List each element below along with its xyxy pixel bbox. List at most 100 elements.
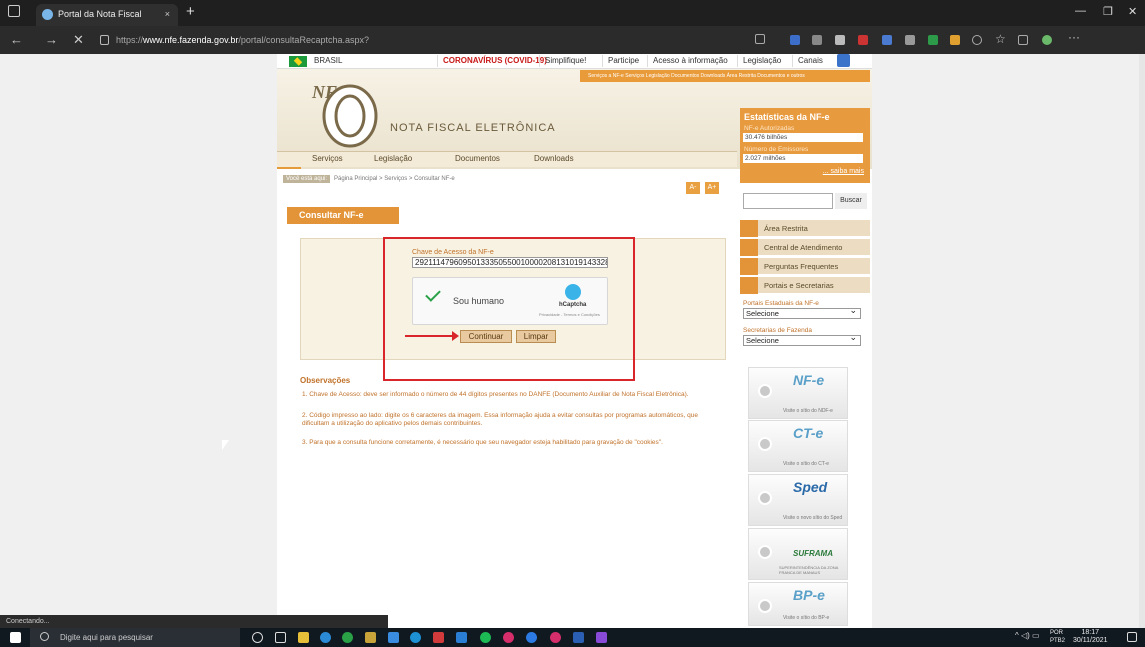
extension-shield-icon[interactable]: [790, 35, 800, 45]
sidebar-item-central[interactable]: Central de Atendimento: [740, 239, 870, 256]
menu-documentos[interactable]: Documentos: [455, 154, 500, 163]
profile-icon[interactable]: [1042, 35, 1052, 45]
secretarias-select[interactable]: Selecione: [743, 333, 861, 346]
gov-simplifique-link[interactable]: Simplifique!: [539, 55, 591, 67]
app-icon[interactable]: [365, 632, 376, 643]
extension-icon[interactable]: [882, 35, 892, 45]
search-input[interactable]: [743, 193, 833, 209]
stats-more-link[interactable]: ... saiba mais: [823, 168, 864, 175]
collections-icon[interactable]: [1018, 35, 1028, 45]
gov-brasil-link[interactable]: BRASIL: [309, 55, 347, 67]
checkmark-icon: [425, 286, 441, 302]
start-icon[interactable]: [10, 632, 21, 643]
portal-cte-banner[interactable]: CT-e Visite o sítio do CT-e: [748, 420, 848, 472]
extension-icon[interactable]: [905, 35, 915, 45]
new-tab-icon[interactable]: +: [186, 3, 195, 20]
svg-text:NF: NF: [311, 82, 337, 102]
favorites-icon[interactable]: ☆: [995, 32, 1006, 46]
breadcrumb-tag: Você está aqui:: [283, 175, 331, 183]
portal-caption: SUPERINTENDÊNCIA DA ZONA FRANCA DE MANAU…: [779, 565, 839, 575]
restore-icon[interactable]: ❐: [1103, 5, 1113, 18]
task-view-icon[interactable]: [275, 632, 286, 643]
gov-canais-link[interactable]: Canais: [792, 55, 828, 67]
gov-covid-link[interactable]: CORONAVÍRUS (COVID-19): [437, 55, 552, 67]
app-icon[interactable]: [410, 632, 421, 643]
forward-icon[interactable]: →: [45, 32, 58, 47]
edge-icon[interactable]: [320, 632, 331, 643]
taskbar-search-input[interactable]: Digite aqui para pesquisar: [30, 628, 240, 647]
clock-date: 30/11/2021: [1073, 637, 1108, 644]
portal-nfe-banner[interactable]: NF-e Visite o sítio do NDF-e: [748, 367, 848, 419]
app-icon[interactable]: [503, 632, 514, 643]
search-button[interactable]: Buscar: [835, 193, 867, 209]
extension-icon[interactable]: [950, 35, 960, 45]
portal-caption: Visite o sítio do CT-e: [783, 461, 830, 467]
font-decrease-button[interactable]: A-: [686, 182, 700, 194]
app-icon[interactable]: [526, 632, 537, 643]
continue-button[interactable]: Continuar: [460, 330, 512, 343]
mail-icon: [740, 239, 758, 256]
close-tab-icon[interactable]: ×: [165, 4, 170, 24]
minimize-icon[interactable]: —: [1075, 5, 1086, 17]
access-key-label: Chave de Acesso da NF-e: [412, 249, 494, 256]
close-window-icon[interactable]: ✕: [1128, 5, 1137, 18]
url-domain: www.nfe.fazenda.gov.br: [143, 35, 239, 45]
font-increase-button[interactable]: A+: [705, 182, 719, 194]
portal-caption: Visite o sítio do NDF-e: [783, 408, 833, 414]
refresh-icon[interactable]: [972, 35, 982, 45]
tab-actions-icon[interactable]: [8, 5, 20, 17]
language-indicator[interactable]: POR PTB2: [1050, 629, 1065, 645]
portal-bpe-banner[interactable]: BP-e Visite o sítio do BP-e: [748, 582, 848, 626]
taskbar-clock[interactable]: 18:17 30/11/2021: [1073, 629, 1108, 645]
browser-tab[interactable]: Portal da Nota Fiscal Eletrônica ×: [36, 4, 178, 39]
app-icon[interactable]: [596, 632, 607, 643]
captcha-terms[interactable]: Privacidade - Termos e Condições: [539, 312, 600, 317]
whatsapp-icon[interactable]: [342, 632, 353, 643]
more-icon[interactable]: ···: [1068, 30, 1080, 44]
app-icon[interactable]: [388, 632, 399, 643]
globe-icon: [758, 545, 772, 559]
back-icon[interactable]: ←: [10, 32, 23, 47]
app-icon[interactable]: [550, 632, 561, 643]
cortana-icon[interactable]: [252, 632, 263, 643]
extension-icon[interactable]: [835, 35, 845, 45]
sidebar-item-perguntas[interactable]: Perguntas Frequentes: [740, 258, 870, 275]
sidebar-item-area-restrita[interactable]: Área Restrita: [740, 220, 870, 237]
extension-icon[interactable]: [812, 35, 822, 45]
extension-icon[interactable]: [928, 35, 938, 45]
menu-downloads[interactable]: Downloads: [534, 154, 574, 163]
app-icon[interactable]: [433, 632, 444, 643]
gov-bar: BRASIL CORONAVÍRUS (COVID-19) Simplifiqu…: [277, 54, 872, 69]
portal-sped-banner[interactable]: Sped Visite o novo sítio do Sped: [748, 474, 848, 526]
top-links[interactable]: Serviços a NF-e Serviços Legislação Docu…: [580, 70, 870, 82]
hcaptcha-widget[interactable]: Sou humano hCaptcha Privacidade - Termos…: [412, 277, 608, 325]
file-explorer-icon[interactable]: [298, 632, 309, 643]
sidebar-item-portais[interactable]: Portais e Secretarias: [740, 277, 870, 294]
breadcrumb-path[interactable]: Página Principal > Serviços > Consultar …: [334, 176, 455, 182]
portal-suframa-banner[interactable]: SUFRAMA SUPERINTENDÊNCIA DA ZONA FRANCA D…: [748, 528, 848, 580]
gov-acesso-link[interactable]: Acesso à informação: [647, 55, 733, 67]
menu-servicos[interactable]: Serviços: [312, 154, 343, 163]
hcaptcha-logo-icon: [565, 284, 581, 300]
browser-tab-bar: Portal da Nota Fiscal Eletrônica × + — ❐…: [0, 0, 1145, 39]
notifications-icon[interactable]: [1127, 632, 1137, 642]
clear-button[interactable]: Limpar: [516, 330, 556, 343]
accessibility-icon[interactable]: [837, 54, 850, 67]
extension-icon[interactable]: [858, 35, 868, 45]
reader-icon[interactable]: [755, 34, 765, 44]
keyboard-code: PTB2: [1050, 638, 1066, 644]
gov-participe-link[interactable]: Participe: [602, 55, 644, 67]
breadcrumb: Você está aqui: Página Principal > Serviç…: [283, 175, 455, 183]
gov-legislacao-link[interactable]: Legislação: [737, 55, 786, 67]
stop-icon[interactable]: ✕: [73, 32, 84, 48]
url-field[interactable]: https://www.nfe.fazenda.gov.br/portal/co…: [96, 30, 716, 65]
brazil-flag-icon: [289, 56, 307, 67]
access-key-input[interactable]: 2921114796095013335055001000020813101914…: [412, 257, 608, 268]
scrollbar[interactable]: [1139, 54, 1145, 628]
portals-select[interactable]: Selecione: [743, 306, 861, 319]
menu-legislacao[interactable]: Legislação: [374, 154, 412, 163]
system-tray-icon[interactable]: ^ ◁) ▭: [1015, 631, 1040, 640]
word-icon[interactable]: [573, 632, 584, 643]
spotify-icon[interactable]: [480, 632, 491, 643]
vscode-icon[interactable]: [456, 632, 467, 643]
